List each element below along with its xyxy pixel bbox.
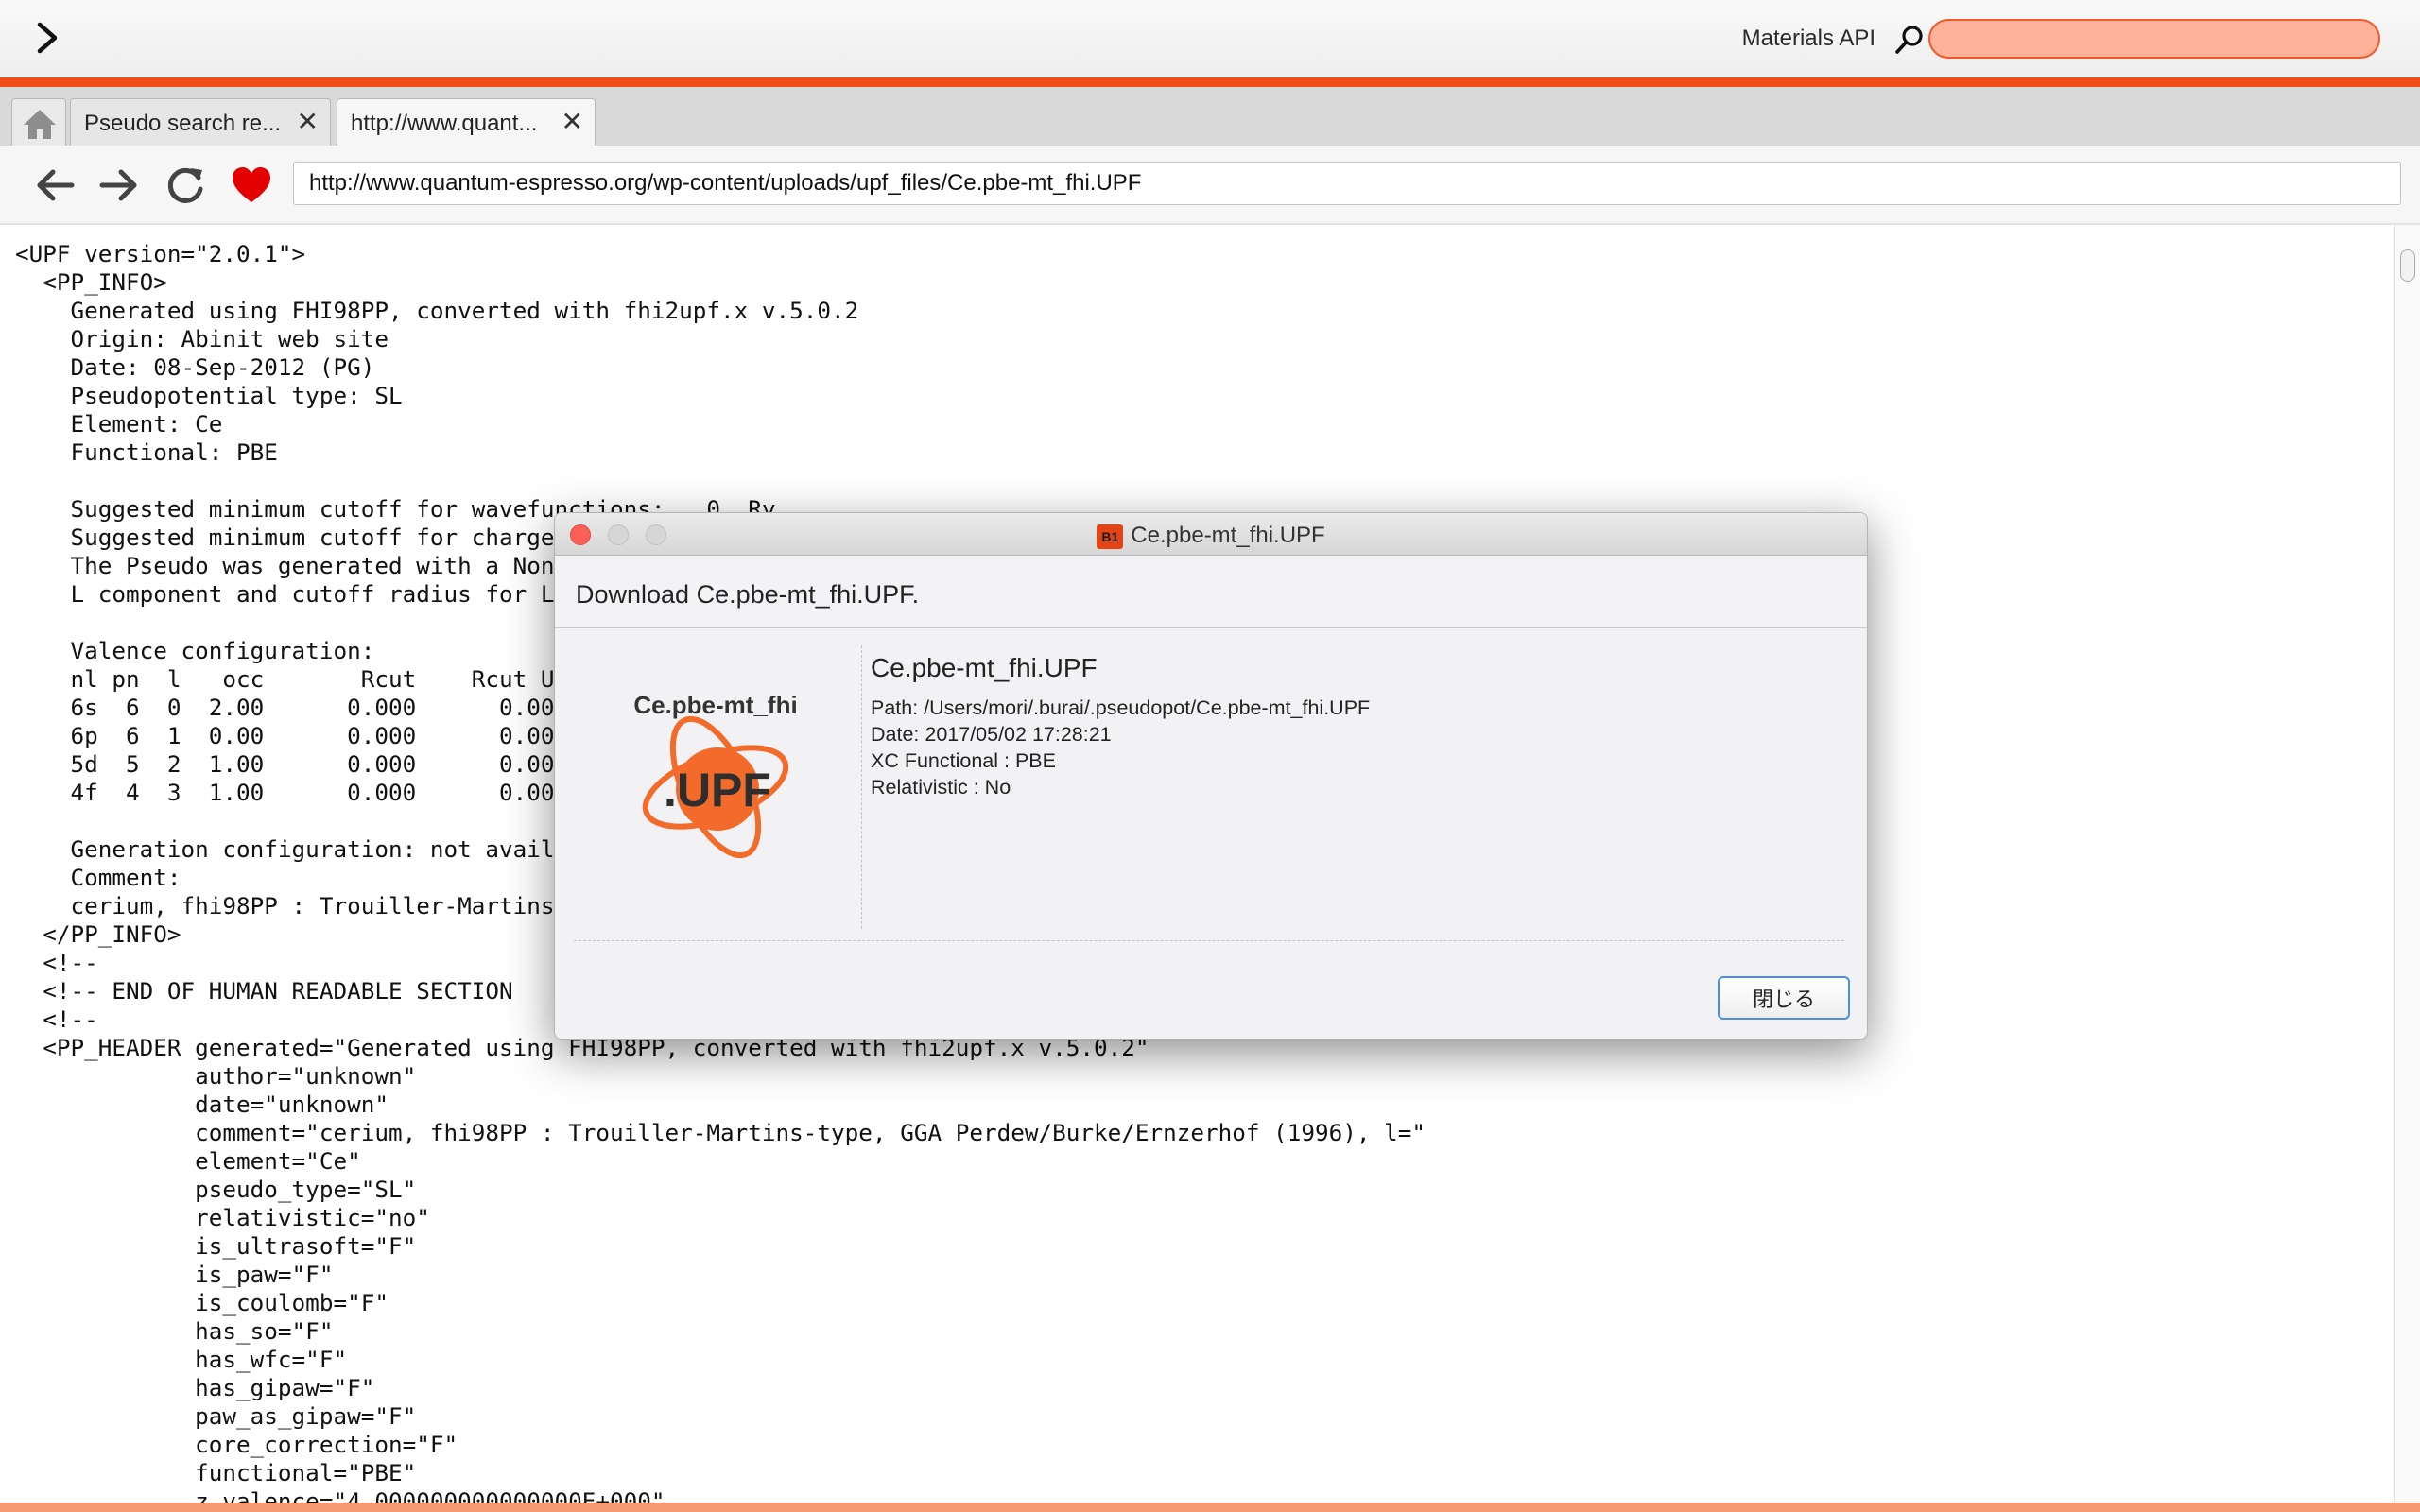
- source-line: core_correction="F": [15, 1431, 458, 1458]
- dialog-titlebar[interactable]: B1 Ce.pbe-mt_fhi.UPF: [555, 513, 1867, 556]
- source-line: Element: Ce: [15, 410, 223, 438]
- source-line: pseudo_type="SL": [15, 1176, 417, 1203]
- source-line: Functional: PBE: [15, 438, 278, 466]
- file-title: Ce.pbe-mt_fhi.UPF: [871, 653, 1098, 682]
- upf-file-logo-icon: Ce.pbe-mt_fhi .UPF: [633, 691, 798, 859]
- materials-api-label: Materials API: [1741, 26, 1876, 51]
- url-input[interactable]: [293, 162, 2401, 205]
- source-line: Generated using FHI98PP, converted with …: [15, 297, 859, 324]
- file-date: Date: 2017/05/02 17:28:21: [871, 723, 1112, 746]
- file-path: Path: /Users/mori/.burai/.pseudopot/Ce.p…: [871, 696, 1371, 719]
- arrow-left-icon[interactable]: [32, 163, 78, 208]
- navigation-bar: [0, 146, 2420, 225]
- source-line: element="Ce": [15, 1147, 361, 1175]
- dialog-heading-area: Download Ce.pbe-mt_fhi.UPF.: [555, 556, 1867, 628]
- heart-icon[interactable]: [229, 163, 274, 208]
- search-icon[interactable]: [1893, 23, 1927, 57]
- home-icon: [24, 110, 56, 139]
- source-line: has_gipaw="F": [15, 1374, 375, 1401]
- scroll-thumb[interactable]: [2400, 249, 2415, 282]
- source-line: <PP_INFO>: [15, 268, 167, 296]
- logo-file-name: Ce.pbe-mt_fhi: [633, 691, 797, 719]
- source-line: Pseudopotential type: SL: [15, 382, 403, 409]
- dialog-body: Ce.pbe-mt_fhi .UPF Ce.pbe-mt_fhi.UPF Pat…: [555, 628, 1867, 1039]
- dialog-heading: Download Ce.pbe-mt_fhi.UPF.: [576, 580, 920, 609]
- source-line: <UPF version="2.0.1">: [15, 240, 306, 267]
- source-line: is_ultrasoft="F": [15, 1232, 417, 1260]
- source-line: Origin: Abinit web site: [15, 325, 389, 352]
- source-line: has_so="F": [15, 1317, 334, 1345]
- file-relativistic: Relativistic : No: [871, 776, 1011, 799]
- app-header: Materials API: [0, 0, 2420, 77]
- file-xc-functional: XC Functional : PBE: [871, 749, 1056, 772]
- tab-pseudo-search[interactable]: Pseudo search re... ✕: [70, 98, 331, 146]
- tab-label: Pseudo search re...: [84, 111, 282, 136]
- arrow-right-icon[interactable]: [96, 163, 142, 208]
- tab-close-icon[interactable]: ✕: [297, 109, 319, 135]
- source-line: has_wfc="F": [15, 1346, 348, 1373]
- source-line: date="unknown": [15, 1091, 389, 1118]
- source-line: comment="cerium, fhi98PP : Trouiller-Mar…: [15, 1119, 1426, 1146]
- source-line: [15, 467, 2395, 495]
- source-line: is_coulomb="F": [15, 1289, 389, 1316]
- materials-api-search-input[interactable]: [1928, 19, 2380, 59]
- vertical-divider: [861, 645, 862, 929]
- tab-quantum-espresso[interactable]: http://www.quant... ✕: [337, 98, 596, 146]
- download-dialog: B1 Ce.pbe-mt_fhi.UPF Download Ce.pbe-mt_f…: [554, 512, 1868, 1040]
- source-line: Date: 08-Sep-2012 (PG): [15, 353, 375, 381]
- bottom-accent-bar: [0, 1503, 2420, 1512]
- tab-strip: Pseudo search re... ✕ http://www.quant..…: [0, 87, 2420, 146]
- burai-app-icon: B1: [1097, 524, 1124, 549]
- source-line: functional="PBE": [15, 1459, 417, 1486]
- source-line: is_paw="F": [15, 1261, 334, 1288]
- logo-file-ext: .UPF: [664, 764, 771, 816]
- chevron-right-icon[interactable]: [26, 17, 68, 59]
- horizontal-divider: [574, 940, 1844, 941]
- tab-close-icon[interactable]: ✕: [562, 109, 583, 135]
- accent-bar: [0, 77, 2420, 87]
- source-line: relativistic="no": [15, 1204, 430, 1231]
- close-button[interactable]: 閉じる: [1718, 976, 1850, 1020]
- reload-icon[interactable]: [163, 163, 208, 208]
- dialog-title: Ce.pbe-mt_fhi.UPF: [1131, 523, 1325, 548]
- vertical-scrollbar[interactable]: [2394, 225, 2420, 1503]
- source-line: paw_as_gipaw="F": [15, 1402, 417, 1430]
- source-line: z_valence="4.000000000000000E+000": [15, 1487, 666, 1503]
- dialog-title-wrap: B1 Ce.pbe-mt_fhi.UPF: [555, 523, 1867, 549]
- source-line: author="unknown": [15, 1062, 417, 1090]
- home-tab[interactable]: [11, 98, 66, 146]
- tab-label: http://www.quant...: [351, 111, 538, 136]
- file-info: Ce.pbe-mt_fhi.UPF Path: /Users/mori/.bur…: [871, 653, 1370, 800]
